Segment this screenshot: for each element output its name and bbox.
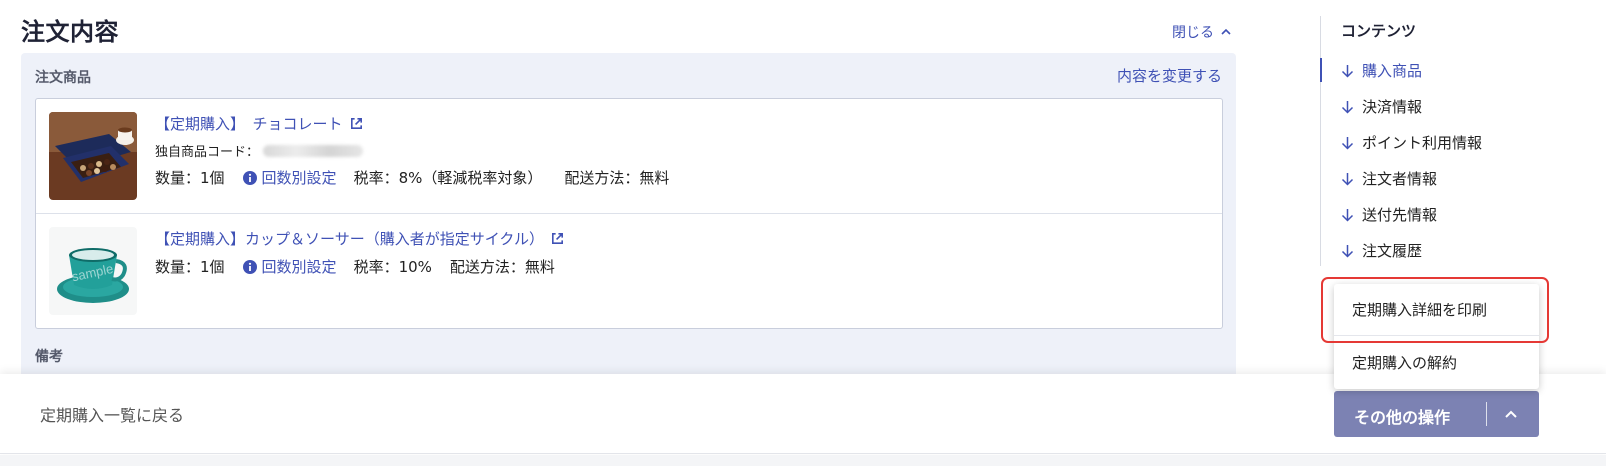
chevron-up-icon <box>1505 410 1517 418</box>
back-to-list-link[interactable]: 定期購入一覧に戻る <box>40 402 184 426</box>
cancel-subscription-item[interactable]: 定期購入の解約 <box>1334 336 1539 388</box>
item-list: 【定期購入】 チョコレート 独自商品コード： 数量：1個 回数別設定 税率：8%… <box>35 98 1223 329</box>
toc-item-label: 決済情報 <box>1362 98 1423 116</box>
tax-rate: 税率：8%（軽減税率対象） <box>353 169 543 187</box>
schedule-settings-label: 回数別設定 <box>261 169 337 187</box>
collapse-label: 閉じる <box>1172 25 1214 41</box>
toc-item-purchased-items[interactable]: 購入商品 <box>1341 60 1422 81</box>
shipping-method: 配送方法：無料 <box>449 258 555 276</box>
toc-item-label: ポイント利用情報 <box>1362 134 1483 152</box>
other-actions-button[interactable]: その他の操作 <box>1334 391 1539 437</box>
product-link-cup-saucer[interactable]: 【定期購入】カップ＆ソーサー（購入者が指定サイクル） <box>155 228 565 249</box>
other-actions-label: その他の操作 <box>1354 408 1451 427</box>
active-indicator <box>1320 58 1322 82</box>
schedule-settings-link[interactable]: 回数別設定 <box>242 256 337 277</box>
list-item: sample 【定期購入】カップ＆ソーサー（購入者が指定サイクル） 数量：1個 … <box>36 214 1222 329</box>
toc-item-order-history[interactable]: 注文履歴 <box>1341 240 1422 261</box>
product-title: 【定期購入】カップ＆ソーサー（購入者が指定サイクル） <box>155 230 544 248</box>
external-link-icon <box>551 233 563 244</box>
toc-item-label: 購入商品 <box>1362 62 1423 80</box>
shipping-method: 配送方法：無料 <box>564 169 670 187</box>
product-meta: 数量：1個 回数別設定 税率：8%（軽減税率対象） 配送方法：無料 <box>155 167 669 188</box>
toc-item-points[interactable]: ポイント利用情報 <box>1341 132 1482 153</box>
collapse-button[interactable]: 閉じる <box>1172 22 1232 42</box>
toc-item-label: 送付先情報 <box>1362 206 1438 224</box>
redacted-code <box>263 144 364 157</box>
arrow-down-icon <box>1341 64 1354 78</box>
product-code-label: 独自商品コード： <box>155 145 260 160</box>
remarks-heading: 備考 <box>35 349 63 365</box>
button-divider <box>1486 402 1487 426</box>
list-item: 【定期購入】 チョコレート 独自商品コード： 数量：1個 回数別設定 税率：8%… <box>36 99 1222 214</box>
highlight-box <box>1321 277 1549 343</box>
toc-item-shipping-address[interactable]: 送付先情報 <box>1341 204 1437 225</box>
schedule-settings-link[interactable]: 回数別設定 <box>242 167 337 188</box>
quantity: 数量：1個 <box>155 258 225 276</box>
order-items-heading: 注文商品 <box>35 70 91 86</box>
arrow-down-icon <box>1341 244 1354 258</box>
schedule-settings-label: 回数別設定 <box>261 258 337 276</box>
product-image-cup: sample <box>49 227 137 315</box>
toc-item-label: 注文履歴 <box>1362 242 1423 260</box>
arrow-down-icon <box>1341 100 1354 114</box>
contents-nav: コンテンツ 購入商品 決済情報 ポイント利用情報 注文者情報 送付先情報 注文履… <box>1320 16 1570 266</box>
toc-item-label: 注文者情報 <box>1362 170 1438 188</box>
page-bottom-strip <box>0 455 1606 466</box>
chevron-up-icon <box>1221 28 1231 35</box>
info-icon <box>242 259 257 274</box>
quantity: 数量：1個 <box>155 169 225 187</box>
product-meta: 数量：1個 回数別設定 税率：10% 配送方法：無料 <box>155 256 555 277</box>
arrow-down-icon <box>1341 208 1354 222</box>
contents-nav-title: コンテンツ <box>1341 22 1417 40</box>
toc-item-payment[interactable]: 決済情報 <box>1341 96 1422 117</box>
tax-rate: 税率：10% <box>353 258 432 276</box>
page-title: 注文内容 <box>21 18 119 46</box>
toc-item-orderer[interactable]: 注文者情報 <box>1341 168 1437 189</box>
order-items-panel: 注文商品 内容を変更する 【定期購入】 チョコレート 独自商品コード： 数量：1… <box>21 53 1236 383</box>
product-link-chocolate[interactable]: 【定期購入】 チョコレート <box>155 113 364 134</box>
arrow-down-icon <box>1341 172 1354 186</box>
product-code: 独自商品コード： <box>155 141 364 160</box>
arrow-down-icon <box>1341 136 1354 150</box>
product-image-chocolate <box>49 112 137 200</box>
product-title: 【定期購入】 チョコレート <box>155 115 343 133</box>
external-link-icon <box>350 118 362 129</box>
info-icon <box>242 170 257 185</box>
change-contents-link[interactable]: 内容を変更する <box>1117 65 1222 86</box>
